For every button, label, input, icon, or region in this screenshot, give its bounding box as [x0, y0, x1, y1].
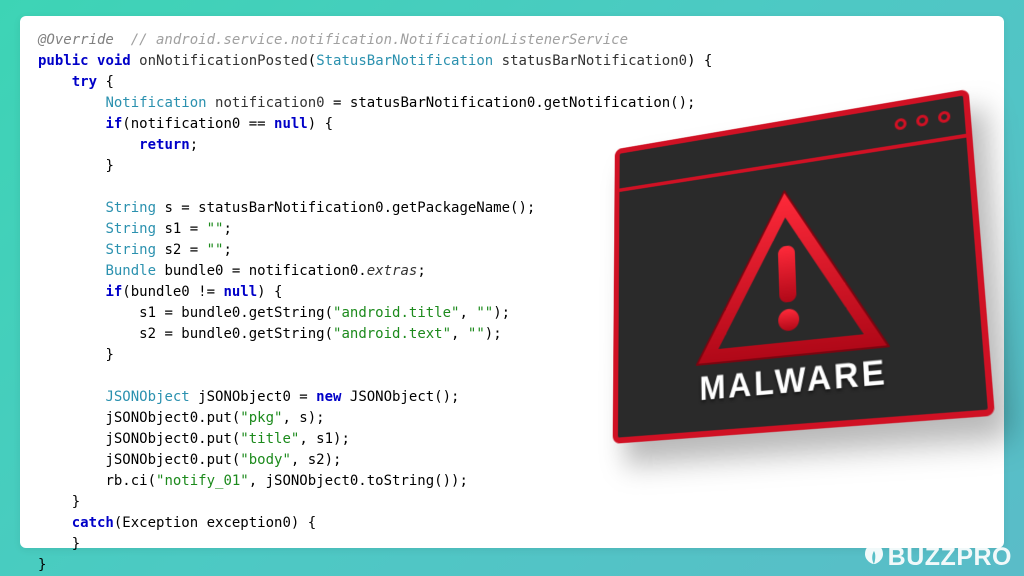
watermark-text: BUZZPRO [888, 543, 1012, 572]
malware-overlay: MALWARE [613, 89, 995, 444]
watermark: BUZZPRO [862, 542, 1012, 573]
window-dot-icon [894, 117, 906, 130]
window-dot-icon [938, 110, 951, 123]
leaf-icon [862, 542, 886, 573]
malware-window: MALWARE [613, 89, 995, 444]
comment: // android.service.notification.Notifica… [114, 32, 628, 48]
annotation: @Override [38, 32, 114, 48]
window-dot-icon [916, 114, 929, 127]
warning-triangle-icon [686, 168, 900, 377]
